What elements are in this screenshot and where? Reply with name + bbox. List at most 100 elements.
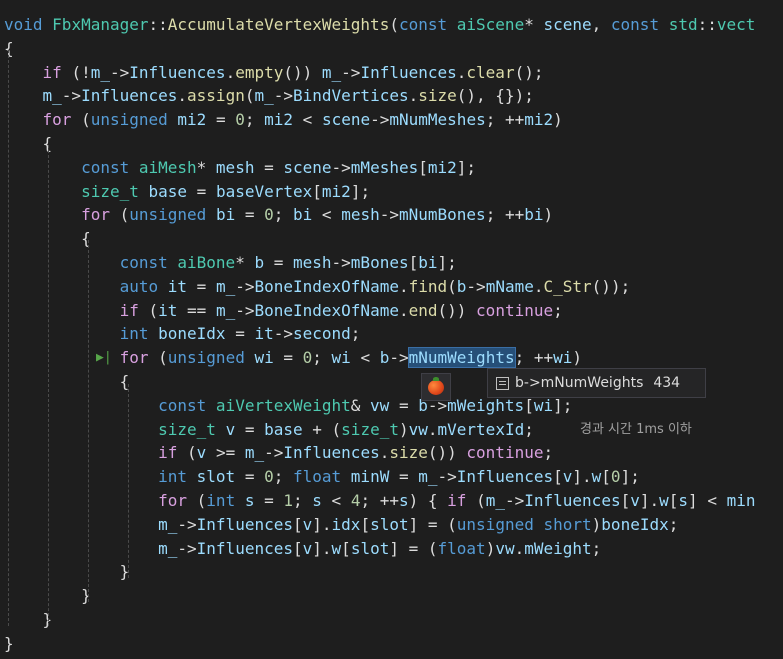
code-token: Influences [129,62,226,82]
code-token: vw [408,419,428,439]
code-token: v [302,514,313,534]
code-token: size_t [81,181,149,201]
code-token: . [398,276,409,296]
code-token: idx [331,514,361,534]
code-line[interactable]: { [4,132,53,156]
code-token: b [379,348,390,368]
code-token: ; [273,467,293,487]
code-token: -> [370,110,390,130]
code-token: -> [331,157,351,177]
code-token: [ [418,157,428,177]
code-token: . [514,538,525,558]
code-token: ]; [350,181,371,201]
code-token: int [206,491,245,510]
code-token: w [331,538,342,558]
code-token: ( [389,15,399,34]
code-line[interactable]: int slot = 0; float minW = m_->Influence… [4,465,640,489]
code-token: ; ++ [514,348,554,368]
code-token: mName [485,276,534,296]
code-token: m_ [215,276,236,296]
code-token: const [81,157,139,177]
code-token: void [4,15,53,34]
code-token: mi2 [177,110,207,130]
code-line[interactable]: if (!m_->Influences.empty()) m_->Influen… [4,61,544,85]
code-line[interactable]: for (unsigned bi = 0; bi < mesh->mNumBon… [4,203,553,227]
code-token: AccumulateVertexWeights [167,15,390,34]
tomato-icon[interactable] [421,373,451,401]
datatip[interactable]: b->mNumWeights 434 [487,368,706,398]
code-token: FbxManager [52,15,149,34]
code-token: } [4,610,53,629]
code-line[interactable]: { [4,370,130,394]
code-token: . [427,419,438,439]
code-token: :: [148,15,168,34]
code-line[interactable]: int boneIdx = it->second; [4,322,361,346]
code-token: ; [350,324,361,344]
code-token: [ [408,253,419,272]
code-token: mesh [341,205,380,225]
code-line[interactable]: const aiBone* b = mesh->mBones[bi]; [4,251,457,275]
code-token: empty [235,62,284,82]
code-line[interactable]: m_->Influences[v].idx[slot] = (unsigned … [4,513,678,537]
code-token: assign [187,86,245,106]
perf-tip: 경과 시간 1ms 이하 [580,422,692,437]
code-token: v [630,491,640,510]
code-editor[interactable]: void FbxManager::AccumulateVertexWeights… [0,0,783,659]
code-token: m_ [485,491,505,510]
code-line[interactable]: m_->Influences.assign(m_->BindVertices.s… [4,84,534,108]
code-line[interactable]: } [4,608,53,632]
code-token: w [591,467,602,487]
code-line[interactable]: } [4,560,130,584]
code-token: < [321,491,351,510]
code-token: boneIdx [158,324,226,344]
code-line[interactable]: for (unsigned mi2 = 0; mi2 < scene->mNum… [4,108,563,132]
code-token: -> [389,348,409,368]
datatip-value[interactable]: 434 [653,375,680,391]
code-token: wi [254,348,274,368]
code-token: bi [293,205,313,225]
code-line[interactable]: size_t base = baseVertex[mi2]; [4,180,370,204]
code-token: ]. [312,538,332,558]
code-line[interactable]: for (unsigned wi = 0; wi < b->mNumWeight… [4,346,582,370]
code-token: ; [591,538,602,558]
code-token: vw [495,538,515,558]
code-token: ] < [688,491,727,510]
code-token: wi [331,348,351,368]
code-token: 0 [302,348,313,368]
code-line[interactable]: for (int s = 1; s < 4; ++s) { if (m_->In… [4,489,755,513]
code-token: bi [418,253,438,272]
code-token: = [235,419,265,439]
code-token: const [119,253,178,272]
code-line[interactable]: if (v >= m_->Influences.size()) continue… [4,441,553,465]
code-token: ) [553,110,563,130]
code-token: (); [514,62,544,82]
code-token: = [206,110,236,130]
code-line[interactable]: size_t v = base + (size_t)vw.mVertexId; [4,418,534,442]
code-line[interactable]: auto it = m_->BoneIndexOfName.find(b->mN… [4,275,631,299]
run-to-click-icon[interactable]: ▶| [96,350,112,365]
code-line[interactable]: m_->Influences[v].w[slot] = (float)vw.mW… [4,537,601,561]
code-token: } [4,633,14,653]
code-token: scene [543,15,592,34]
code-token: mNumBones [398,205,486,225]
code-token: ( [81,110,91,130]
code-token: min [726,491,756,510]
code-token: ; ++ [360,491,399,510]
code-token: mNumMeshes [389,110,486,130]
code-token: bi [215,205,236,225]
code-line[interactable]: void FbxManager::AccumulateVertexWeights… [4,13,755,37]
code-token: m_ [321,62,342,82]
code-line[interactable]: const aiMesh* mesh = scene->mMeshes[mi2]… [4,156,476,180]
code-token: v [196,443,207,463]
code-line[interactable]: } [4,632,14,656]
code-token: slot [350,538,390,558]
code-token: aiMesh [138,157,197,177]
code-token: size [418,86,457,106]
